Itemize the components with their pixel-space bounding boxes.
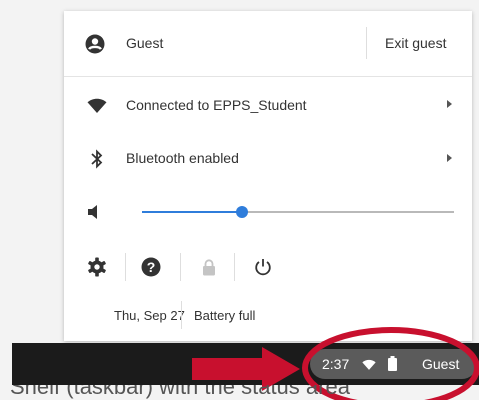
chevron-right-icon[interactable]	[447, 154, 452, 162]
volume-fill	[142, 211, 242, 213]
bluetooth-icon	[88, 148, 106, 170]
tray-user: Guest	[422, 356, 460, 372]
lock-icon	[200, 257, 218, 277]
icon-separator	[180, 253, 181, 281]
status-area-button[interactable]: 2:37 Guest	[310, 349, 477, 379]
chevron-right-icon[interactable]	[447, 100, 452, 108]
volume-slider[interactable]	[142, 204, 454, 220]
exit-guest-button[interactable]: Exit guest	[385, 35, 446, 51]
shelf-taskbar: 2:37 Guest	[12, 343, 479, 385]
power-icon[interactable]	[252, 256, 274, 278]
icon-separator	[234, 253, 235, 281]
exit-separator	[366, 27, 367, 59]
wifi-icon	[86, 96, 108, 116]
network-status[interactable]: Connected to EPPS_Student	[126, 97, 307, 113]
account-icon	[84, 33, 106, 55]
user-name: Guest	[126, 35, 164, 51]
svg-text:?: ?	[147, 259, 156, 275]
system-tray-menu: Guest Exit guest Connected to EPPS_Stude…	[64, 11, 472, 341]
icon-separator	[125, 253, 126, 281]
battery-icon	[388, 356, 397, 376]
bluetooth-status[interactable]: Bluetooth enabled	[126, 150, 239, 166]
wifi-icon	[362, 358, 376, 376]
status-separator	[181, 301, 182, 329]
help-icon[interactable]: ?	[140, 256, 162, 278]
volume-icon[interactable]	[86, 203, 102, 221]
tray-time: 2:37	[322, 356, 350, 372]
menu-divider	[64, 76, 472, 77]
settings-icon[interactable]	[86, 256, 108, 278]
volume-knob[interactable]	[236, 206, 248, 218]
date-text[interactable]: Thu, Sep 27	[114, 308, 185, 323]
battery-status: Battery full	[194, 308, 256, 323]
partial-caption-text: Shelf (taskbar) with the status area	[10, 385, 350, 399]
